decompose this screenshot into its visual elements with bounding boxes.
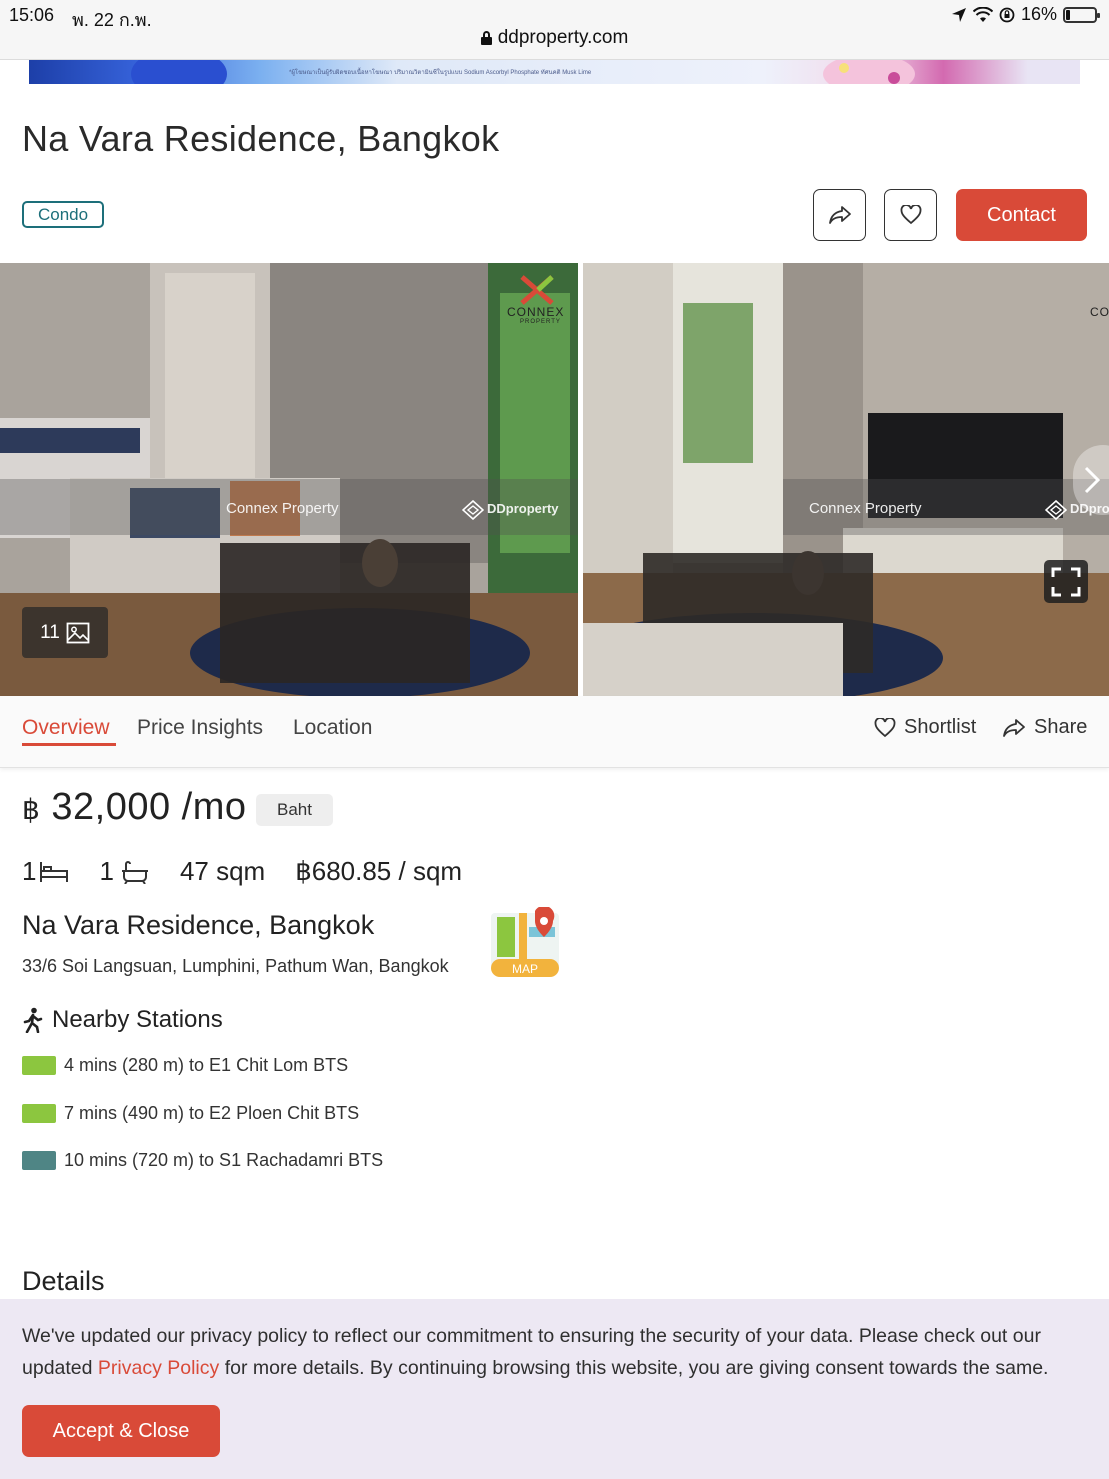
bathroom-count: 1	[99, 856, 114, 886]
currency-selector[interactable]: Baht	[256, 794, 333, 826]
chevron-right-icon	[1084, 466, 1101, 494]
ad-banner[interactable]: *ผู้โฆษณาเป็นผู้รับผิดชอบเนื้อหาโฆษณา ปร…	[29, 60, 1080, 84]
bedroom-count: 1	[22, 856, 37, 886]
cookie-consent-text: We've updated our privacy policy to refl…	[22, 1320, 1097, 1384]
status-bar: 15:06 พ. 22 ก.พ. 16% ddproperty.com	[0, 0, 1109, 60]
ddproperty-logo-icon-2	[1045, 500, 1067, 520]
image-icon	[66, 622, 90, 643]
price-amount: 32,000 /mo	[51, 786, 247, 828]
contact-button[interactable]: Contact	[956, 189, 1087, 241]
fullscreen-button[interactable]	[1044, 560, 1088, 603]
share-icon	[1003, 718, 1025, 737]
connex-logo-mark	[520, 275, 554, 305]
map-label: MAP	[512, 962, 538, 976]
lock-icon	[480, 31, 492, 45]
station-item: 4 mins (280 m) to E1 Chit Lom BTS	[22, 1055, 348, 1076]
floor-area: 47 sqm	[179, 856, 266, 886]
property-type-badge: Condo	[22, 201, 105, 228]
share-button[interactable]	[813, 189, 866, 241]
price-per-sqm: ฿680.85 / sqm	[295, 856, 463, 886]
active-tab-indicator	[22, 743, 116, 746]
ad-text: *ผู้โฆษณาเป็นผู้รับผิดชอบเนื้อหาโฆษณา ปร…	[289, 70, 592, 76]
ad-product-image	[131, 60, 227, 84]
favorite-button[interactable]	[884, 189, 937, 241]
connex-logo-subtext: PROPERTY	[520, 319, 561, 325]
project-address: 33/6 Soi Langsuan, Lumphini, Pathum Wan,…	[22, 956, 449, 976]
battery-level	[1066, 9, 1071, 20]
tab-overview[interactable]: Overview	[22, 716, 110, 740]
heart-icon	[900, 205, 921, 225]
tab-price-insights[interactable]: Price Insights	[137, 716, 263, 740]
listing-photo-1[interactable]: Connex Property DDproperty CONNEX PROPER…	[0, 263, 578, 696]
shortlist-button[interactable]: Shortlist	[874, 716, 976, 739]
battery-percent: 16%	[1020, 4, 1057, 24]
details-heading: Details	[22, 1266, 105, 1296]
station-label: 10 mins (720 m) to S1 Rachadamri BTS	[64, 1150, 384, 1170]
location-arrow-icon	[951, 7, 966, 22]
station-line-swatch	[22, 1056, 56, 1075]
station-item: 7 mins (490 m) to E2 Ploen Chit BTS	[22, 1103, 359, 1124]
photo-count: 11	[40, 621, 60, 643]
expand-icon	[1051, 567, 1081, 596]
battery-icon	[1063, 6, 1100, 23]
share-label: Share	[1034, 716, 1088, 738]
map-button[interactable]: MAP	[489, 905, 561, 979]
listing-photo-2[interactable]: Connex Property DDpro CO	[583, 263, 1109, 696]
address-bar[interactable]: ddproperty.com	[0, 27, 1109, 49]
connex-logo-text: CONNEX	[507, 305, 565, 319]
bathroom-spec: 1	[99, 856, 149, 887]
connex-logo-text-2: CO	[1090, 305, 1109, 319]
shortlist-label: Shortlist	[904, 716, 977, 738]
share-icon	[828, 206, 851, 224]
nearby-stations-title: Nearby Stations	[52, 1006, 223, 1033]
ad-product-image-2	[823, 60, 915, 84]
station-line-swatch	[22, 1104, 56, 1123]
property-specs: 1 1 47 sqm ฿680.85 / sqm	[22, 856, 492, 887]
ddproperty-logo-icon	[462, 500, 484, 520]
listing-tabs: Overview Price Insights Location Shortli…	[0, 696, 1109, 768]
map-icon: MAP	[491, 905, 559, 977]
status-indicators: 16%	[951, 4, 1100, 25]
cookie-text-part-2: for more details. By continuing browsing…	[219, 1357, 1049, 1379]
watermark-agency-2: Connex Property	[809, 500, 922, 517]
bed-icon	[40, 861, 69, 882]
price-currency-symbol: ฿	[22, 794, 41, 825]
wifi-icon	[972, 6, 993, 22]
rotation-lock-icon	[999, 7, 1015, 22]
status-time: 15:06	[9, 5, 55, 25]
photo-gallery[interactable]: Connex Property DDproperty CONNEX PROPER…	[0, 263, 1109, 696]
heart-icon	[874, 717, 896, 737]
watermark-agency: Connex Property	[226, 500, 339, 517]
accept-close-button[interactable]: Accept & Close	[22, 1405, 220, 1457]
url-text: ddproperty.com	[497, 27, 629, 48]
watermark-site: DDproperty	[487, 501, 559, 516]
listing-price: ฿ 32,000 /mo	[22, 786, 247, 829]
walking-person-icon	[23, 1007, 43, 1033]
share-tab-button[interactable]: Share	[1002, 716, 1087, 739]
bedroom-spec: 1	[22, 856, 69, 887]
station-line-swatch	[22, 1151, 56, 1170]
station-label: 7 mins (490 m) to E2 Ploen Chit BTS	[64, 1103, 360, 1123]
station-label: 4 mins (280 m) to E1 Chit Lom BTS	[64, 1055, 349, 1075]
listing-title: Na Vara Residence, Bangkok	[22, 118, 500, 159]
tab-location[interactable]: Location	[293, 716, 372, 740]
nearby-stations-heading: Nearby Stations	[22, 1006, 223, 1034]
station-item: 10 mins (720 m) to S1 Rachadamri BTS	[22, 1150, 383, 1171]
bathtub-icon	[121, 860, 148, 884]
photo-count-button[interactable]: 11	[22, 607, 108, 658]
privacy-policy-link[interactable]: Privacy Policy	[98, 1357, 219, 1379]
project-name[interactable]: Na Vara Residence, Bangkok	[22, 910, 374, 941]
